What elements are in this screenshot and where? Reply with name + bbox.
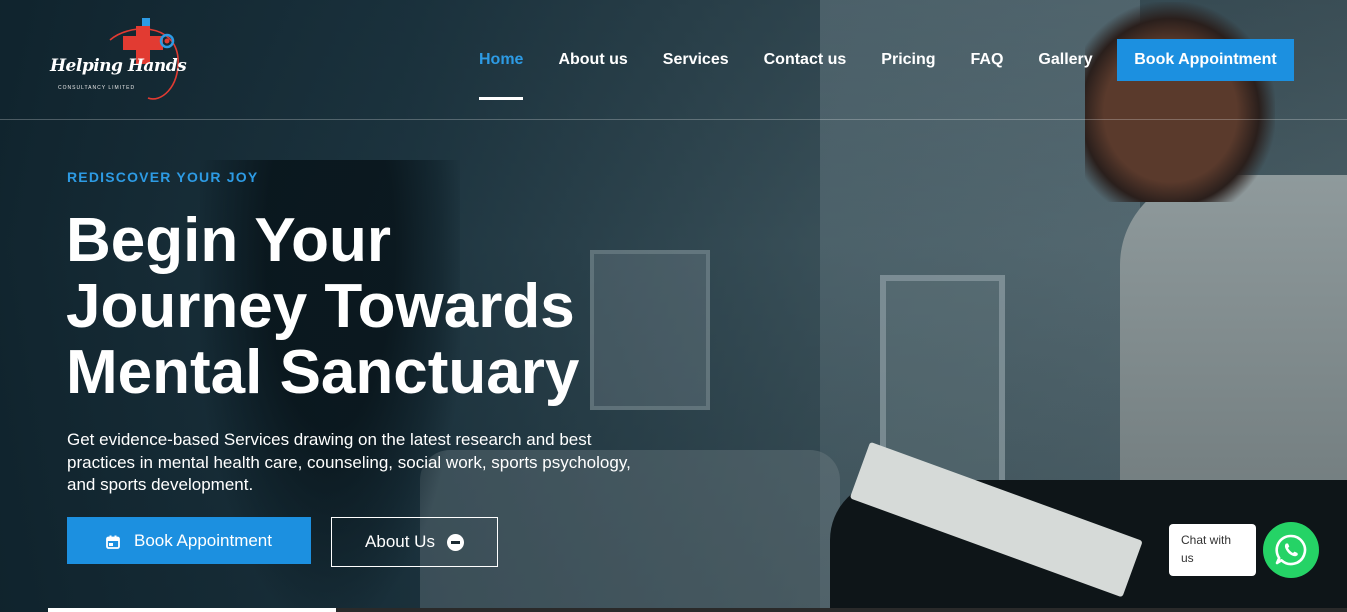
hero-about-us-button[interactable]: About Us bbox=[331, 517, 498, 567]
nav-item-faq[interactable]: FAQ bbox=[971, 0, 1004, 120]
site-logo[interactable]: Helping Hands CONSULTANCY LIMITED bbox=[50, 18, 187, 103]
whatsapp-chat-button[interactable] bbox=[1263, 522, 1319, 578]
hero-description: Get evidence-based Services drawing on t… bbox=[67, 430, 631, 494]
nav-item-home[interactable]: Home bbox=[479, 0, 524, 120]
hero-book-appointment-label: Book Appointment bbox=[134, 530, 272, 550]
whatsapp-icon bbox=[1275, 534, 1307, 566]
bottom-edge-strip-dark bbox=[336, 608, 1347, 612]
logo-subtitle: CONSULTANCY LIMITED bbox=[58, 85, 136, 91]
hero-book-appointment-button[interactable]: Book Appointment bbox=[67, 517, 311, 564]
site-header: Helping Hands CONSULTANCY LIMITED Home A… bbox=[0, 0, 1347, 120]
chat-label-bubble[interactable]: Chat with us bbox=[1169, 524, 1256, 576]
calendar-icon bbox=[106, 534, 120, 549]
nav-item-services[interactable]: Services bbox=[663, 0, 729, 120]
bottom-edge-strip bbox=[48, 608, 336, 612]
nav-item-about-us[interactable]: About us bbox=[558, 0, 627, 120]
minus-circle-icon bbox=[446, 533, 464, 551]
logo-wordmark: Helping Hands bbox=[50, 56, 187, 76]
nav-item-contact-us[interactable]: Contact us bbox=[764, 0, 847, 120]
nav-item-gallery[interactable]: Gallery bbox=[1038, 0, 1092, 120]
hero-headline: Begin Your Journey Towards Mental Sanctu… bbox=[66, 208, 666, 406]
hero-about-us-label: About Us bbox=[365, 532, 435, 551]
hero-headline-line-3: Mental Sanctuary bbox=[66, 338, 580, 407]
header-book-appointment-button[interactable]: Book Appointment bbox=[1117, 39, 1294, 81]
hero-headline-line-2: Journey Towards bbox=[66, 272, 575, 341]
main-nav: Home About us Services Contact us Pricin… bbox=[479, 0, 1128, 120]
hero-eyebrow: REDISCOVER YOUR JOY bbox=[67, 169, 259, 185]
hero-headline-line-1: Begin Your bbox=[66, 206, 391, 275]
nav-item-pricing[interactable]: Pricing bbox=[881, 0, 935, 120]
